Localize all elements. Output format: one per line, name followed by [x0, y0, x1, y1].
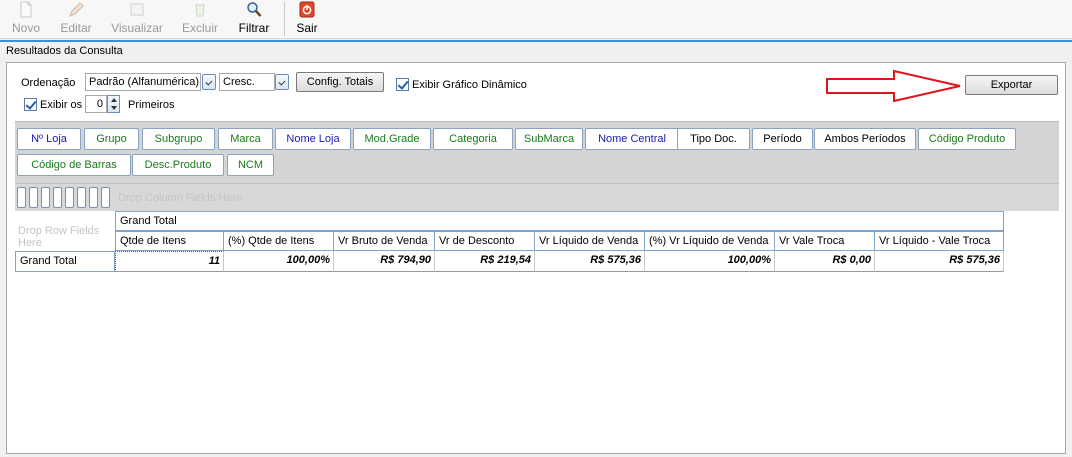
column-header[interactable]: (%) Qtde de Itens	[224, 231, 334, 251]
order-direction-dropdown-icon[interactable]	[275, 74, 289, 90]
column-group-header[interactable]: Grand Total	[115, 211, 1004, 231]
top-count-spinner-icon[interactable]	[107, 95, 120, 113]
data-field-slot[interactable]	[101, 187, 110, 208]
column-header[interactable]: (%) Vr Líquido de Venda	[645, 231, 775, 251]
excluir-button[interactable]: Excluir	[178, 0, 222, 38]
toolbar: Novo Editar Visualizar Excluir Filtrar S…	[0, 0, 1072, 39]
data-field-slot[interactable]	[29, 187, 38, 208]
window-title: Resultados da Consulta	[6, 45, 123, 57]
toolbar-separator	[284, 2, 285, 36]
filtrar-button[interactable]: Filtrar	[234, 0, 274, 38]
filtrar-label: Filtrar	[238, 21, 270, 35]
ordenacao-select[interactable]: Padrão (Alfanumérica)	[85, 73, 201, 91]
column-drop-hint: Drop Column Fields Here	[118, 192, 243, 204]
view-icon	[130, 3, 144, 16]
excluir-label: Excluir	[181, 21, 218, 35]
row-header-grand-total[interactable]: Grand Total	[15, 251, 115, 272]
value-cell[interactable]: 100,00%	[224, 251, 334, 272]
new-document-icon	[20, 1, 32, 18]
field-categoria[interactable]: Categoria	[433, 128, 513, 150]
column-header[interactable]: Vr Vale Troca	[775, 231, 875, 251]
column-header[interactable]: Vr Líquido - Vale Troca	[875, 231, 1004, 251]
field-codigo-produto[interactable]: Código Produto	[918, 128, 1016, 150]
column-header[interactable]: Vr de Desconto	[435, 231, 535, 251]
value-cell[interactable]: R$ 0,00	[775, 251, 875, 272]
field-submarca[interactable]: SubMarca	[515, 128, 583, 150]
column-header[interactable]: Qtde de Itens	[115, 231, 224, 251]
data-field-slot[interactable]	[17, 187, 26, 208]
exibir-os-label: Exibir os	[40, 99, 83, 111]
field-grupo[interactable]: Grupo	[84, 128, 139, 150]
field-codigo-barras[interactable]: Código de Barras	[17, 154, 131, 176]
field-marca[interactable]: Marca	[218, 128, 273, 150]
value-cell[interactable]: R$ 794,90	[334, 251, 435, 272]
novo-button[interactable]: Novo	[6, 0, 46, 38]
primeiros-label: Primeiros	[128, 99, 175, 111]
window-title-bar: Resultados da Consulta	[0, 40, 1072, 62]
column-header[interactable]: Vr Líquido de Venda	[535, 231, 645, 251]
exibir-os-checkbox[interactable]	[24, 98, 37, 111]
sair-label: Sair	[296, 21, 318, 35]
edit-icon	[69, 2, 84, 17]
visualizar-label: Visualizar	[111, 21, 163, 35]
row-drop-hint: Drop Row Fields Here	[18, 225, 100, 249]
data-field-slot[interactable]	[41, 187, 50, 208]
red-arrow-annotation	[826, 69, 961, 103]
column-drop-area[interactable]: Drop Column Fields Here	[15, 183, 1059, 211]
order-direction-select[interactable]: Cresc.	[219, 73, 275, 91]
visualizar-button[interactable]: Visualizar	[108, 0, 166, 38]
data-field-slot[interactable]	[65, 187, 74, 208]
exportar-button[interactable]: Exportar	[965, 75, 1058, 95]
field-mod-grade[interactable]: Mod.Grade	[353, 128, 431, 150]
magnifier-icon	[247, 2, 262, 17]
column-header[interactable]: Vr Bruto de Venda	[334, 231, 435, 251]
value-cell[interactable]: R$ 575,36	[875, 251, 1004, 272]
data-field-slot[interactable]	[89, 187, 98, 208]
value-cell[interactable]: R$ 575,36	[535, 251, 645, 272]
exibir-grafico-label: Exibir Gráfico Dinâmico	[412, 79, 527, 91]
data-field-slot[interactable]	[77, 187, 86, 208]
data-field-slot[interactable]	[53, 187, 62, 208]
field-periodo[interactable]: Período	[752, 128, 813, 150]
field-subgrupo[interactable]: Subgrupo	[142, 128, 215, 150]
ordenacao-label: Ordenação	[21, 77, 76, 89]
results-panel: Ordenação Padrão (Alfanumérica) Cresc. C…	[6, 62, 1066, 454]
value-cell[interactable]: 11	[115, 251, 224, 272]
field-tipo-doc[interactable]: Tipo Doc.	[677, 128, 750, 150]
field-desc-produto[interactable]: Desc.Produto	[132, 154, 224, 176]
editar-label: Editar	[60, 21, 92, 35]
power-exit-icon	[299, 1, 315, 18]
red-arrow-shape	[826, 69, 961, 103]
config-totais-button[interactable]: Config. Totais	[296, 72, 384, 92]
ordenacao-dropdown-icon[interactable]	[202, 74, 216, 90]
novo-label: Novo	[11, 21, 40, 35]
delete-icon	[195, 4, 205, 17]
field-nome-loja[interactable]: Nome Loja	[275, 128, 351, 150]
sair-button[interactable]: Sair	[292, 0, 322, 38]
editar-button[interactable]: Editar	[55, 0, 97, 38]
exibir-grafico-checkbox[interactable]	[396, 78, 409, 91]
top-count-input[interactable]: 0	[85, 95, 107, 113]
field-nome-central[interactable]: Nome Central	[585, 128, 679, 150]
value-cell[interactable]: 100,00%	[645, 251, 775, 272]
field-ncm[interactable]: NCM	[227, 154, 274, 176]
field-ambos-periodos[interactable]: Ambos Períodos	[814, 128, 916, 150]
field-nloja[interactable]: Nº Loja	[17, 128, 81, 150]
value-cell[interactable]: R$ 219,54	[435, 251, 535, 272]
